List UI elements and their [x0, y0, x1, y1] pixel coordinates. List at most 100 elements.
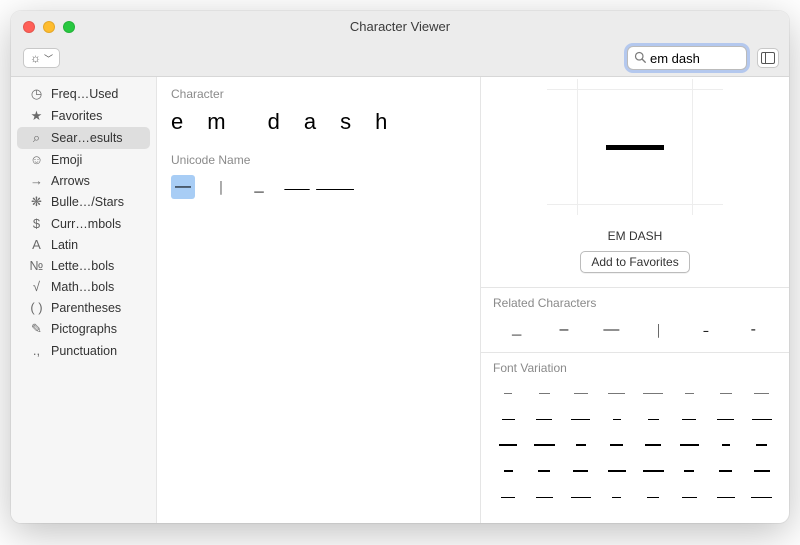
- sidebar-item-parentheses[interactable]: ( ) Parentheses: [17, 297, 150, 318]
- sidebar-item-label: Punctuation: [51, 344, 117, 358]
- font-variation-glyph[interactable]: [711, 437, 741, 453]
- font-variation-glyph[interactable]: [674, 489, 704, 505]
- font-variation-glyph[interactable]: [674, 463, 704, 479]
- result-glyph[interactable]: ﹘: [247, 175, 271, 199]
- sidebar-item-label: Lette…bols: [51, 259, 114, 273]
- font-variations: [493, 383, 777, 507]
- font-variation-glyph[interactable]: [566, 437, 596, 453]
- font-variation-glyph[interactable]: [529, 489, 559, 505]
- related-glyph[interactable]: -: [744, 321, 762, 339]
- font-variation-glyph[interactable]: [602, 411, 632, 427]
- no-icon: №: [29, 258, 44, 273]
- query-char[interactable]: d: [268, 109, 282, 135]
- related-glyph[interactable]: —: [602, 321, 620, 339]
- font-variation-glyph[interactable]: [493, 463, 523, 479]
- result-glyph[interactable]: —: [171, 175, 195, 199]
- font-variation-glyph[interactable]: [566, 489, 596, 505]
- result-glyph[interactable]: ⸻: [323, 175, 347, 199]
- search-field[interactable]: ✕: [627, 46, 747, 70]
- result-glyph[interactable]: ⸺: [285, 175, 309, 199]
- add-to-favorites-button[interactable]: Add to Favorites: [580, 251, 689, 273]
- query-char[interactable]: e: [171, 109, 185, 135]
- font-variation-glyph[interactable]: [638, 385, 668, 401]
- query-char[interactable]: h: [375, 109, 389, 135]
- font-variation-glyph[interactable]: [747, 385, 777, 401]
- asterisk-icon: ❋: [29, 194, 44, 210]
- result-glyph[interactable]: ︱: [209, 175, 233, 199]
- sidebar-item-arrows[interactable]: →Arrows: [17, 170, 150, 191]
- font-variation-glyph[interactable]: [747, 437, 777, 453]
- em-dash-glyph: [606, 145, 664, 150]
- font-variation-glyph[interactable]: [711, 489, 741, 505]
- sidebar-item-sear-esults[interactable]: ⌕Sear…esults: [17, 127, 150, 149]
- font-variation-glyph[interactable]: [638, 437, 668, 453]
- character-section-label: Character: [171, 87, 466, 101]
- font-variation-glyph[interactable]: [674, 411, 704, 427]
- font-variation-glyph[interactable]: [711, 463, 741, 479]
- related-glyph[interactable]: –: [555, 321, 573, 339]
- font-variation-glyph[interactable]: [747, 489, 777, 505]
- query-char[interactable]: s: [340, 109, 353, 135]
- font-variation-glyph[interactable]: [602, 463, 632, 479]
- sidebar-item-favorites[interactable]: ★Favorites: [17, 105, 150, 127]
- font-variation-glyph[interactable]: [529, 463, 559, 479]
- sidebar-item-lette-bols[interactable]: № Lette…bols: [17, 255, 150, 276]
- body: ◷Freq…Used★Favorites⌕Sear…esults☺Emoji→A…: [11, 77, 789, 523]
- font-variation-glyph[interactable]: [747, 411, 777, 427]
- results-pane: Character em dash Unicode Name — ︱ ﹘ ⸺ ⸻: [156, 77, 481, 523]
- view-mode-button[interactable]: [757, 48, 779, 68]
- dollar-icon: $: [29, 216, 44, 231]
- sidebar-item-label: Parentheses: [51, 301, 121, 315]
- font-variation-glyph[interactable]: [674, 385, 704, 401]
- sidebar-item-emoji[interactable]: ☺Emoji: [17, 149, 150, 170]
- font-variation-glyph[interactable]: [493, 437, 523, 453]
- query-char[interactable]: m: [207, 109, 227, 135]
- unicode-name-section-label: Unicode Name: [171, 153, 466, 167]
- nav-menu-button[interactable]: ☼ ﹀: [23, 48, 60, 68]
- sidebar: ◷Freq…Used★Favorites⌕Sear…esults☺Emoji→A…: [11, 77, 156, 523]
- related-characters: ﹘ – — ︱ ˗ -: [493, 318, 777, 342]
- font-variation-glyph[interactable]: [638, 489, 668, 505]
- font-variation-glyph[interactable]: [638, 411, 668, 427]
- sidebar-item-curr-mbols[interactable]: $ Curr…mbols: [17, 213, 150, 234]
- toolbar: ☼ ﹀ ✕: [23, 46, 779, 70]
- font-variation-glyph[interactable]: [602, 385, 632, 401]
- sidebar-item-label: Sear…esults: [51, 131, 123, 145]
- sidebar-item-bulle-stars[interactable]: ❋Bulle…/Stars: [17, 191, 150, 213]
- sidebar-item-latin[interactable]: ALatin: [17, 234, 150, 255]
- query-char[interactable]: a: [304, 109, 318, 135]
- sidebar-item-math-bols[interactable]: √Math…bols: [17, 276, 150, 297]
- paren-icon: ( ): [29, 300, 44, 315]
- related-glyph[interactable]: ︱: [650, 318, 668, 342]
- star-icon: ★: [29, 108, 44, 124]
- font-variation-glyph[interactable]: [493, 489, 523, 505]
- sidebar-item-label: Curr…mbols: [51, 217, 121, 231]
- font-variation-glyph[interactable]: [566, 411, 596, 427]
- sidebar-item-pictographs[interactable]: ✎Pictographs: [17, 318, 150, 340]
- font-variation-glyph[interactable]: [638, 463, 668, 479]
- font-variation-glyph[interactable]: [493, 411, 523, 427]
- font-variation-glyph[interactable]: [747, 463, 777, 479]
- sidebar-item-punctuation[interactable]: .,Punctuation: [17, 340, 150, 361]
- font-variation-glyph[interactable]: [602, 489, 632, 505]
- font-variation-glyph[interactable]: [602, 437, 632, 453]
- related-glyph[interactable]: ˗: [697, 321, 715, 339]
- related-glyph[interactable]: ﹘: [508, 318, 526, 342]
- font-variation-glyph[interactable]: [566, 385, 596, 401]
- font-variation-glyph[interactable]: [711, 411, 741, 427]
- font-variation-glyph[interactable]: [674, 437, 704, 453]
- related-characters-section: Related Characters ﹘–—︱˗-: [481, 287, 789, 352]
- glyph[interactable]: [577, 89, 693, 205]
- window: Character Viewer ☼ ﹀ ✕ ◷Freq…Use: [11, 11, 789, 523]
- font-variation-glyph[interactable]: [493, 385, 523, 401]
- search-results: — ︱ ﹘ ⸺ ⸻: [171, 175, 466, 199]
- font-variation-glyph[interactable]: [529, 411, 559, 427]
- sidebar-item-label: Arrows: [51, 174, 90, 188]
- sidebar-item-freq-used[interactable]: ◷Freq…Used: [17, 83, 150, 105]
- sidebar-item-label: Math…bols: [51, 280, 114, 294]
- font-variation-glyph[interactable]: [529, 385, 559, 401]
- font-variation-glyph[interactable]: [529, 437, 559, 453]
- titlebar: Character Viewer ☼ ﹀ ✕: [11, 11, 789, 77]
- font-variation-glyph[interactable]: [566, 463, 596, 479]
- font-variation-glyph[interactable]: [711, 385, 741, 401]
